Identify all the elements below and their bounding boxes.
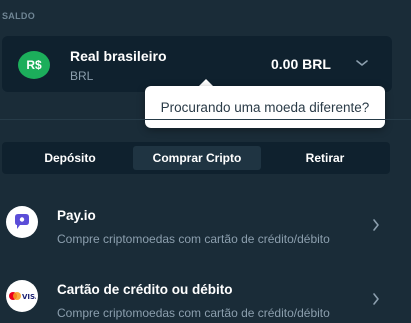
tab-deposit[interactable]: Depósito: [8, 146, 132, 170]
wallet-tabs: Depósito Comprar Cripto Retirar: [2, 142, 390, 174]
provider-title: Cartão de crédito ou débito: [57, 282, 233, 297]
chevron-down-icon[interactable]: [355, 58, 369, 68]
provider-card[interactable]: VISA Cartão de crédito ou débito Compre …: [0, 274, 411, 323]
provider-subtitle: Compre criptomoedas com cartão de crédit…: [57, 306, 330, 320]
balance-section-label: SALDO: [2, 11, 35, 21]
currency-tooltip[interactable]: Procurando uma moeda diferente?: [145, 86, 385, 128]
currency-selector[interactable]: R$ Real brasileiro BRL 0.00 BRL: [2, 36, 392, 92]
tooltip-arrow: [199, 79, 213, 86]
mastercard-visa-icon: VISA: [6, 280, 38, 312]
currency-name: Real brasileiro: [70, 48, 167, 64]
tab-buy-crypto[interactable]: Comprar Cripto: [133, 146, 261, 170]
svg-text:VISA: VISA: [22, 293, 36, 301]
payio-logo-icon: [6, 206, 38, 238]
wallet-panel: SALDO R$ Real brasileiro BRL 0.00 BRL Pr…: [0, 0, 411, 323]
currency-code: BRL: [70, 69, 94, 83]
brl-currency-icon: R$: [18, 51, 50, 79]
balance-amount: 0.00 BRL: [271, 56, 331, 72]
section-divider: [0, 119, 411, 120]
tab-withdraw[interactable]: Retirar: [263, 146, 387, 170]
chevron-right-icon: [373, 293, 379, 305]
provider-title: Pay.io: [57, 208, 96, 223]
provider-subtitle: Compre criptomoedas com cartão de crédit…: [57, 232, 330, 246]
chevron-right-icon: [373, 219, 379, 231]
provider-payio[interactable]: Pay.io Compre criptomoedas com cartão de…: [0, 200, 411, 256]
